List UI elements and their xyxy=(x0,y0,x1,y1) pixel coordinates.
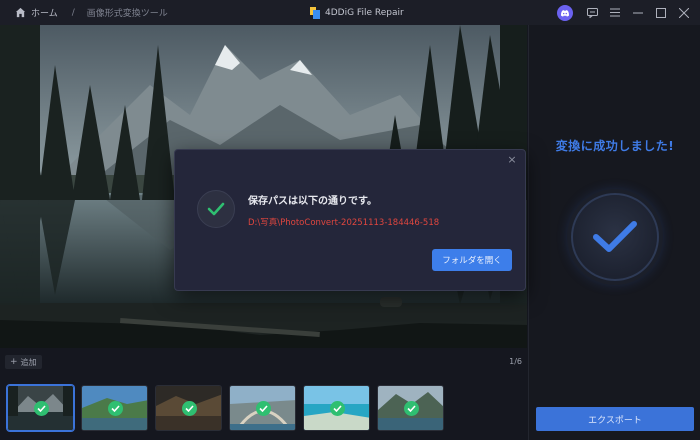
breadcrumb-separator: / xyxy=(71,7,75,18)
bottom-toolbar: + 追加 1/6 xyxy=(0,349,527,377)
home-icon[interactable] xyxy=(15,7,26,18)
breadcrumb-home[interactable]: ホーム xyxy=(31,6,58,19)
check-icon xyxy=(34,401,49,416)
thumbnail-1[interactable] xyxy=(7,385,74,431)
page-count: 1/6 xyxy=(509,357,522,366)
title-bar: ホーム / 画像形式変換ツール 4DDiG File Repair xyxy=(0,0,700,25)
success-check-icon xyxy=(571,193,659,281)
check-icon xyxy=(108,401,123,416)
maximize-icon[interactable] xyxy=(651,3,671,23)
export-button[interactable]: エクスポート xyxy=(536,407,694,431)
thumbnail-3[interactable] xyxy=(155,385,222,431)
feedback-icon[interactable] xyxy=(582,3,602,23)
check-icon xyxy=(182,401,197,416)
check-icon xyxy=(330,401,345,416)
check-icon xyxy=(197,190,235,228)
check-icon xyxy=(256,401,271,416)
save-path-dialog: × 保存パスは以下の通りです。 D:\写真\PhotoConvert-20251… xyxy=(174,149,526,291)
save-path-text: D:\写真\PhotoConvert-20251113-184446-518 xyxy=(248,218,440,228)
dialog-heading: 保存パスは以下の通りです。 xyxy=(248,196,377,207)
thumbnail-2[interactable] xyxy=(81,385,148,431)
thumbnail-4[interactable] xyxy=(229,385,296,431)
breadcrumb-current: 画像形式変換ツール xyxy=(86,9,168,19)
menu-icon[interactable] xyxy=(605,3,625,23)
check-icon xyxy=(404,401,419,416)
add-button-label: 追加 xyxy=(20,357,37,367)
breadcrumb: ホーム / 画像形式変換ツール xyxy=(0,6,168,19)
thumbnail-6[interactable] xyxy=(377,385,444,431)
open-folder-button[interactable]: フォルダを開く xyxy=(432,249,512,271)
thumbnail-5[interactable] xyxy=(303,385,370,431)
result-panel: 変換に成功しました! エクスポート xyxy=(528,25,700,440)
add-button[interactable]: + 追加 xyxy=(5,355,42,369)
dialog-close-icon[interactable]: × xyxy=(506,154,518,166)
window-controls xyxy=(557,0,700,25)
close-icon[interactable] xyxy=(674,3,694,23)
app-title-text: 4DDiG File Repair xyxy=(325,7,404,18)
discord-icon[interactable] xyxy=(557,4,573,21)
thumbnail-strip xyxy=(0,378,527,440)
app-title: 4DDiG File Repair xyxy=(310,0,404,25)
success-message: 変換に成功しました! xyxy=(555,139,675,153)
minimize-icon[interactable] xyxy=(628,3,648,23)
plus-icon: + xyxy=(10,357,18,367)
app-logo-icon xyxy=(310,6,320,19)
